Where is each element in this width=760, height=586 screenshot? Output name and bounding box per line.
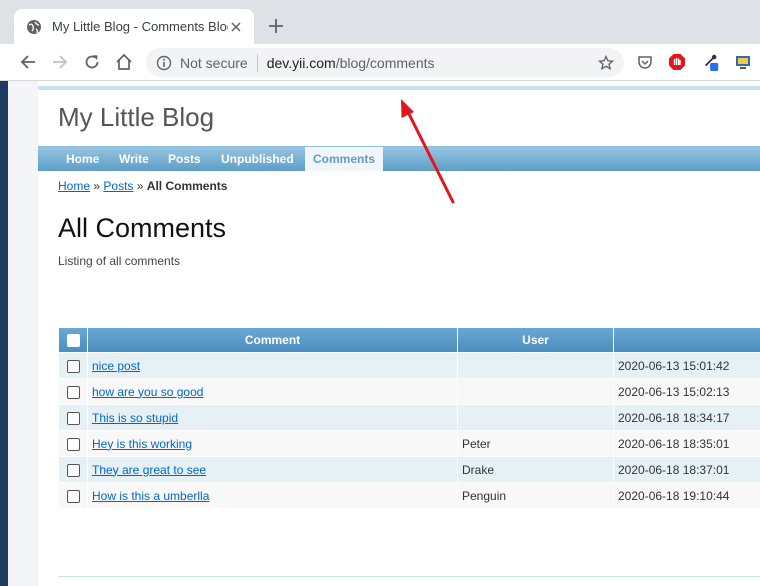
info-icon[interactable]	[156, 55, 172, 71]
row-checkbox[interactable]	[66, 411, 80, 425]
select-all-cell	[59, 328, 87, 352]
url-text[interactable]: dev.yii.com/blog/comments	[267, 55, 598, 71]
site-title: My Little Blog	[58, 102, 215, 132]
date-cell: 2020-06-13 15:01:42	[614, 353, 760, 378]
column-header-user[interactable]: User	[458, 328, 613, 352]
row-select-cell	[59, 483, 87, 508]
comment-cell: nice post	[88, 353, 457, 378]
comment-link[interactable]: how are you so good	[92, 385, 203, 399]
menu-item-posts[interactable]: Posts	[160, 147, 209, 171]
comment-link[interactable]: They are great to see	[92, 463, 206, 477]
row-select-cell	[59, 405, 87, 430]
screen-capture-icon[interactable]	[734, 53, 752, 71]
comment-cell: how are you so good	[88, 379, 457, 404]
table-row: how are you so good 2020-06-13 15:02:13	[59, 379, 760, 404]
forward-button[interactable]	[50, 52, 70, 72]
globe-icon	[26, 19, 42, 35]
breadcrumb-separator: »	[93, 179, 101, 193]
breadcrumb-separator: »	[136, 179, 144, 193]
menu-item-home[interactable]: Home	[58, 147, 107, 171]
page-viewport: My Little Blog Home Write Posts Unpublis…	[8, 81, 760, 586]
comment-cell: Hey is this working	[88, 431, 457, 456]
breadcrumb-home[interactable]: Home	[58, 179, 90, 193]
row-select-cell	[59, 379, 87, 404]
comment-cell: They are great to see	[88, 457, 457, 482]
pocket-icon[interactable]	[636, 53, 654, 71]
comment-cell: This is so stupid	[88, 405, 457, 430]
row-checkbox[interactable]	[66, 489, 80, 503]
comment-link[interactable]: This is so stupid	[92, 411, 178, 425]
browser-tabstrip: My Little Blog - Comments Blog	[0, 0, 760, 44]
date-cell: 2020-06-13 15:02:13	[614, 379, 760, 404]
home-button[interactable]	[114, 52, 134, 72]
breadcrumb-current: All Comments	[146, 179, 228, 193]
reload-button[interactable]	[82, 52, 102, 72]
footer-divider	[58, 576, 760, 577]
column-header-comment[interactable]: Comment	[88, 328, 457, 352]
row-checkbox[interactable]	[66, 385, 80, 399]
omnibox-divider	[256, 53, 258, 72]
adblock-icon[interactable]	[668, 53, 686, 71]
user-cell	[458, 405, 613, 430]
bookmark-star-icon[interactable]	[598, 54, 614, 71]
table-row: How is this a umberlla Penguin 2020-06-1…	[59, 483, 760, 508]
select-all-checkbox[interactable]	[66, 334, 80, 348]
breadcrumb-posts[interactable]: Posts	[103, 179, 133, 193]
menu-item-comments[interactable]: Comments	[305, 147, 384, 171]
new-tab-button[interactable]	[266, 16, 286, 36]
url-path: /blog/comments	[335, 54, 435, 71]
security-label: Not secure	[180, 54, 248, 71]
browser-toolbar: Not secure dev.yii.com/blog/comments	[0, 44, 760, 81]
close-icon[interactable]	[228, 19, 244, 35]
table-row: Hey is this working Peter 2020-06-18 18:…	[59, 431, 760, 456]
table-row: They are great to see Drake 2020-06-18 1…	[59, 457, 760, 482]
back-button[interactable]	[18, 52, 38, 72]
user-cell	[458, 353, 613, 378]
row-select-cell	[59, 431, 87, 456]
address-bar[interactable]: Not secure dev.yii.com/blog/comments	[146, 48, 624, 77]
date-cell: 2020-06-18 18:35:01	[614, 431, 760, 456]
breadcrumb: Home » Posts » All Comments	[58, 179, 227, 193]
user-cell: Peter	[458, 431, 613, 456]
date-cell: 2020-06-18 18:34:17	[614, 405, 760, 430]
browser-tab[interactable]: My Little Blog - Comments Blog	[14, 9, 254, 44]
user-cell: Drake	[458, 457, 613, 482]
main-menu: Home Write Posts Unpublished Comments	[38, 146, 760, 171]
page-title: All Comments	[58, 213, 227, 243]
column-header-date[interactable]	[614, 328, 760, 352]
row-checkbox[interactable]	[66, 437, 80, 451]
blog-page: My Little Blog Home Write Posts Unpublis…	[38, 86, 760, 586]
page-description: Listing of all comments	[58, 254, 181, 268]
table-row: This is so stupid 2020-06-18 18:34:17	[59, 405, 760, 430]
comment-link[interactable]: How is this a umberlla	[92, 489, 209, 503]
row-select-cell	[59, 457, 87, 482]
menu-item-write[interactable]: Write	[111, 147, 157, 171]
url-host: dev.yii.com	[266, 54, 336, 71]
menu-item-unpublished[interactable]: Unpublished	[213, 147, 302, 171]
date-cell: 2020-06-18 18:37:01	[614, 457, 760, 482]
row-checkbox[interactable]	[66, 359, 80, 373]
comment-link[interactable]: Hey is this working	[92, 437, 192, 451]
table-row: nice post 2020-06-13 15:01:42	[59, 353, 760, 378]
comment-link[interactable]: nice post	[92, 359, 140, 373]
user-cell	[458, 379, 613, 404]
date-cell: 2020-06-18 19:10:44	[614, 483, 760, 508]
row-select-cell	[59, 353, 87, 378]
comment-cell: How is this a umberlla	[88, 483, 457, 508]
grid-header-row: Comment User	[59, 328, 760, 352]
comments-grid: Comment User nice post 2020-06-13 15:01:…	[58, 327, 760, 509]
page-gutter	[8, 81, 38, 586]
row-checkbox[interactable]	[66, 463, 80, 477]
tab-title: My Little Blog - Comments Blog	[52, 19, 228, 34]
user-cell: Penguin	[458, 483, 613, 508]
eyedropper-icon[interactable]	[702, 53, 720, 71]
